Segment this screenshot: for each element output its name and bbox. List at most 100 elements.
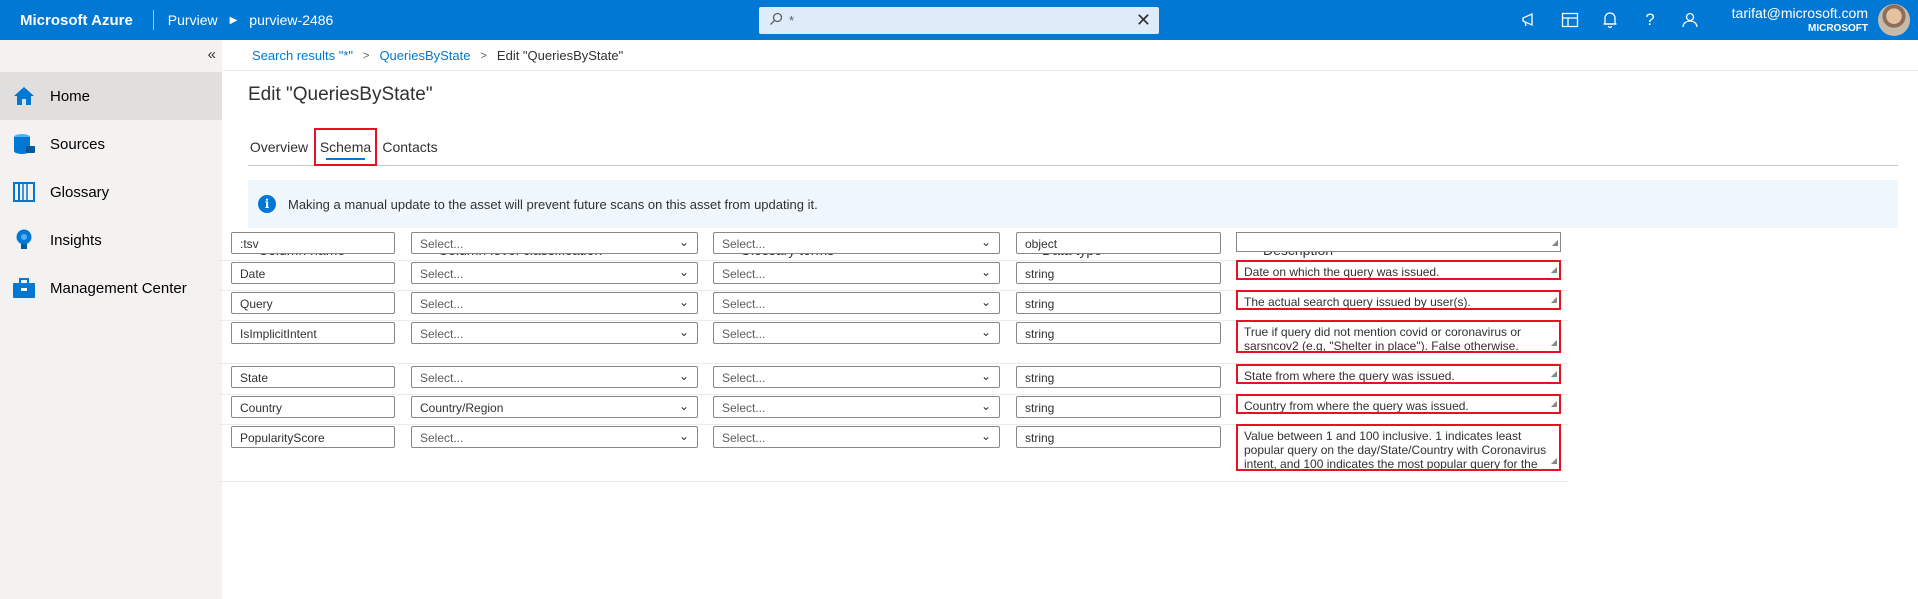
collapse-nav-icon[interactable]: « (208, 46, 216, 63)
data-type-input[interactable]: string (1016, 292, 1221, 314)
chevron-down-icon: ⌄ (678, 235, 689, 249)
glossary-terms-select[interactable]: Select... ⌄ (713, 322, 1000, 344)
classification-select[interactable]: Select... ⌄ (411, 232, 698, 254)
resize-grip-icon[interactable]: ◢ (1552, 236, 1558, 250)
left-nav: « Home Sources Glossary Insights Managem… (0, 40, 222, 599)
tab-contacts[interactable]: Contacts (380, 128, 440, 166)
global-search-input[interactable]: * ✕ (759, 7, 1159, 34)
nav-label-sources: Sources (50, 135, 106, 153)
data-type-input[interactable]: object (1016, 232, 1221, 254)
breadcrumb-current: Edit "QueriesByState" (496, 48, 624, 63)
nav-item-insights[interactable]: Insights (0, 216, 222, 264)
glossary-terms-select[interactable]: Select... ⌄ (713, 366, 1000, 388)
brand-title[interactable]: Microsoft Azure (0, 12, 153, 29)
resize-grip-icon[interactable]: ◢ (1551, 336, 1557, 350)
divider (222, 70, 1918, 71)
data-type-input[interactable]: string (1016, 322, 1221, 344)
classification-select[interactable]: Select... ⌄ (411, 262, 698, 284)
glossary-value: Select... (722, 327, 766, 341)
chevron-down-icon: ⌄ (980, 295, 991, 309)
tab-bar: Overview Schema Contacts (248, 128, 1898, 166)
feedback-icon[interactable] (1680, 11, 1700, 29)
classification-select[interactable]: Select... ⌄ (411, 426, 698, 448)
chevron-down-icon: ⌄ (678, 325, 689, 339)
table-row: :tsv Select... ⌄ Select... ⌄ object ◢ (218, 232, 1898, 262)
table-row: IsImplicitIntent Select... ⌄ Select... ⌄ stri… (218, 320, 1898, 365)
help-icon[interactable]: ? (1640, 10, 1660, 30)
nav-item-sources[interactable]: Sources (0, 120, 222, 168)
column-name-input[interactable]: PopularityScore (231, 426, 395, 448)
chevron-right-icon: > (480, 49, 487, 62)
breadcrumb-asset[interactable]: QueriesByState (379, 48, 470, 63)
glossary-terms-select[interactable]: Select... ⌄ (713, 426, 1000, 448)
chevron-down-icon: ⌄ (678, 265, 689, 279)
chevron-down-icon: ⌄ (980, 265, 991, 279)
column-name-input[interactable]: :tsv (231, 232, 395, 254)
nav-item-glossary[interactable]: Glossary (0, 168, 222, 216)
nav-item-management-center[interactable]: Management Center (0, 264, 222, 312)
glossary-value: Select... (722, 371, 766, 385)
search-value: * (789, 13, 795, 28)
column-name-input[interactable]: Query (231, 292, 395, 314)
classification-value: Select... (420, 327, 464, 341)
search-icon (769, 12, 783, 29)
glossary-terms-select[interactable]: Select... ⌄ (713, 396, 1000, 418)
service-link[interactable]: Purview (168, 12, 218, 28)
glossary-value: Select... (722, 237, 766, 251)
classification-select[interactable]: Select... ⌄ (411, 292, 698, 314)
table-row: Query Select... ⌄ Select... ⌄ string The actua… (218, 290, 1898, 322)
description-textarea[interactable]: Value between 1 and 100 inclusive. 1 ind… (1236, 424, 1561, 471)
classification-value: Country/Region (420, 401, 504, 415)
data-type-input[interactable]: string (1016, 366, 1221, 388)
nav-item-home[interactable]: Home (0, 72, 222, 120)
column-name-input[interactable]: IsImplicitIntent (231, 322, 395, 344)
description-textarea[interactable]: State from where the query was issued. ◢ (1236, 364, 1561, 384)
data-type-input[interactable]: string (1016, 396, 1221, 418)
classification-select[interactable]: Select... ⌄ (411, 322, 698, 344)
description-text: The actual search query issued by user(s… (1244, 295, 1471, 309)
glossary-terms-select[interactable]: Select... ⌄ (713, 262, 1000, 284)
account-link[interactable]: purview-2486 (249, 12, 333, 28)
glossary-value: Select... (722, 297, 766, 311)
glossary-terms-select[interactable]: Select... ⌄ (713, 292, 1000, 314)
user-account[interactable]: tarifat@microsoft.com MICROSOFT (1732, 5, 1868, 34)
chevron-down-icon: ⌄ (980, 235, 991, 249)
table-row: PopularityScore Select... ⌄ Select... ⌄ strin… (218, 424, 1898, 483)
classification-select[interactable]: Select... ⌄ (411, 366, 698, 388)
notifications-icon[interactable] (1600, 11, 1620, 29)
clear-search-icon[interactable]: ✕ (1136, 10, 1151, 31)
directory-icon[interactable] (1560, 12, 1580, 28)
description-textarea[interactable]: True if query did not mention covid or c… (1236, 320, 1561, 353)
sources-icon (12, 132, 36, 156)
tab-schema[interactable]: Schema (314, 128, 377, 166)
glossary-value: Select... (722, 267, 766, 281)
column-name-input[interactable]: State (231, 366, 395, 388)
description-textarea[interactable]: Date on which the query was issued. ◢ (1236, 260, 1561, 280)
tab-overview[interactable]: Overview (248, 128, 310, 166)
resize-grip-icon[interactable]: ◢ (1551, 397, 1557, 411)
table-row: Country Country/Region ⌄ Select... ⌄ string Co… (218, 394, 1898, 426)
user-org: MICROSOFT (1808, 23, 1868, 34)
column-name-input[interactable]: Country (231, 396, 395, 418)
data-type-input[interactable]: string (1016, 262, 1221, 284)
description-textarea[interactable]: Country from where the query was issued.… (1236, 394, 1561, 414)
description-textarea[interactable]: ◢ (1236, 232, 1561, 252)
description-textarea[interactable]: The actual search query issued by user(s… (1236, 290, 1561, 310)
data-type-input[interactable]: string (1016, 426, 1221, 448)
resize-grip-icon[interactable]: ◢ (1551, 263, 1557, 277)
top-icons: ? (1520, 0, 1700, 40)
info-icon: i (258, 195, 276, 213)
resize-grip-icon[interactable]: ◢ (1551, 367, 1557, 381)
classification-select[interactable]: Country/Region ⌄ (411, 396, 698, 418)
announcement-icon[interactable] (1520, 12, 1540, 28)
breadcrumb: Search results "*" > QueriesByState > Ed… (252, 48, 623, 63)
avatar[interactable] (1878, 4, 1910, 36)
breadcrumb-search-results[interactable]: Search results "*" (252, 48, 353, 63)
classification-value: Select... (420, 431, 464, 445)
glossary-terms-select[interactable]: Select... ⌄ (713, 232, 1000, 254)
resize-grip-icon[interactable]: ◢ (1551, 454, 1557, 468)
resize-grip-icon[interactable]: ◢ (1551, 293, 1557, 307)
column-name-input[interactable]: Date (231, 262, 395, 284)
description-text: True if query did not mention covid or c… (1244, 325, 1522, 353)
description-text: Date on which the query was issued. (1244, 265, 1440, 279)
